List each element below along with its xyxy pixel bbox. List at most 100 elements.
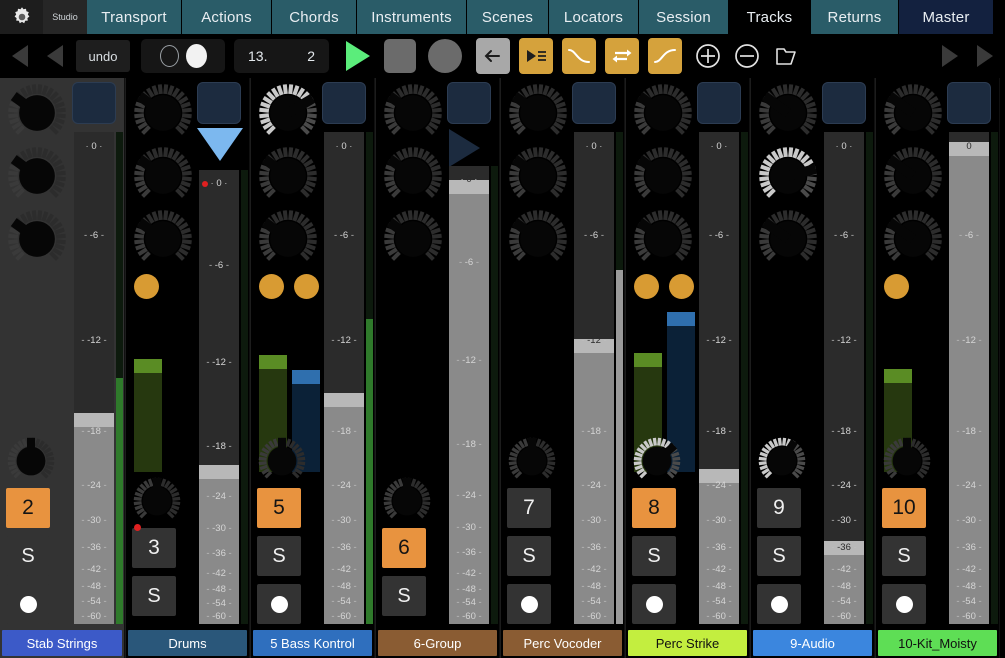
tab-session[interactable]: Session (639, 0, 729, 34)
mixer-strip[interactable]: 8 S · 0 · - -6 -- -12 -- -18 -- -24 -- -30 … (625, 78, 750, 658)
arm-record-button[interactable] (632, 584, 676, 624)
fader-handle[interactable] (324, 393, 364, 408)
send-knob-1[interactable] (632, 82, 694, 144)
track-name-plate[interactable]: Drums (128, 630, 247, 656)
send-knob-3[interactable] (507, 208, 569, 270)
mixer-strip[interactable]: 2 S · 0 · - -6 -- -12 -- -18 -- -24 -- -30 … (0, 78, 125, 658)
tab-locators[interactable]: Locators (549, 0, 639, 34)
track-number-button[interactable]: 8 (632, 488, 676, 528)
volume-fader[interactable]: · 0 · - -6 -- -12 -- -18 -- -24 -- -30 --… (199, 170, 239, 624)
record-button[interactable] (428, 39, 462, 73)
track-number-button[interactable]: 2 (6, 488, 50, 528)
output-routing-button[interactable] (572, 82, 616, 124)
volume-fader[interactable]: · 0 · - -6 -- -12 -- -18 -- -24 -- -30 --… (449, 166, 489, 624)
output-routing-button[interactable] (447, 82, 491, 124)
mixer-strip[interactable]: 6 S · 0 · - -6 -- -12 -- -18 -- -24 -- -30 … (375, 78, 500, 658)
mixer-strip[interactable]: 9 S · 0 · - -6 -- -12 -- -18 -- -24 -- -30 … (750, 78, 875, 658)
arm-record-button[interactable] (257, 584, 301, 624)
monitor-triangle-right-icon[interactable] (449, 129, 480, 167)
add-track-button[interactable] (691, 38, 725, 74)
track-number-button[interactable]: 6 (382, 528, 426, 568)
fade-out-button[interactable] (562, 38, 596, 74)
send-knob-3[interactable] (382, 208, 444, 270)
track-name-plate[interactable]: 10-Kit_Moisty (878, 630, 997, 656)
send-knob-3[interactable] (757, 208, 819, 270)
back-arrow-button[interactable] (476, 38, 510, 74)
loop-button[interactable] (605, 38, 639, 74)
arm-record-button[interactable] (507, 584, 551, 624)
send-knob-3[interactable] (6, 208, 68, 270)
track-number-button[interactable]: 7 (507, 488, 551, 528)
send-active-dot[interactable] (669, 274, 694, 299)
send-knob-2[interactable] (132, 145, 194, 207)
skip-forward-icon[interactable] (969, 41, 999, 71)
volume-fader[interactable]: · 0 · - -6 -- -12 -- -18 -- -24 -- -30 --… (949, 132, 989, 624)
tab-tracks[interactable]: Tracks (729, 0, 811, 34)
position-display[interactable]: 13. 2 (234, 39, 329, 73)
solo-button[interactable]: S (6, 536, 50, 576)
output-routing-button[interactable] (947, 82, 991, 124)
arm-record-button[interactable] (6, 584, 50, 624)
fade-in-button[interactable] (648, 38, 682, 74)
play-button[interactable] (346, 41, 370, 71)
output-routing-button[interactable] (822, 82, 866, 124)
loop-record-toggle[interactable] (141, 39, 225, 73)
track-name-plate[interactable]: Perc Strike (628, 630, 747, 656)
pan-knob[interactable] (257, 436, 309, 484)
pan-knob[interactable] (132, 476, 184, 524)
stop-button[interactable] (384, 39, 416, 73)
monitor-triangle-down-icon[interactable] (197, 128, 243, 161)
send-knob-1[interactable] (257, 82, 319, 144)
send-knob-2[interactable] (257, 145, 319, 207)
send-knob-1[interactable] (882, 82, 944, 144)
volume-fader[interactable]: · 0 · - -6 -- -12 -- -18 -- -24 -- -30 --… (824, 132, 864, 624)
tab-master[interactable]: Master (899, 0, 994, 34)
mixer-strip[interactable]: 10 S · 0 · - -6 - - -12 - - -18 - - -24 - - -30… (875, 78, 1000, 658)
tab-instruments[interactable]: Instruments (357, 0, 467, 34)
arm-record-button[interactable] (882, 584, 926, 624)
circle-solid-icon[interactable] (185, 44, 207, 68)
mixer-strip[interactable]: 3 S · 0 · - -6 -- -12 -- -18 -- -24 -- -30 … (125, 78, 250, 658)
mixer-strip[interactable]: 5 S · 0 · - -6 -- -12 -- -18 -- -24 -- -30 … (250, 78, 375, 658)
send-knob-3[interactable] (882, 208, 944, 270)
send-active-dot[interactable] (134, 274, 159, 299)
track-number-button[interactable]: 9 (757, 488, 801, 528)
send-knob-1[interactable] (757, 82, 819, 144)
solo-button[interactable]: S (257, 536, 301, 576)
tab-actions[interactable]: Actions (182, 0, 272, 34)
send-knob-1[interactable] (507, 82, 569, 144)
pan-knob[interactable] (882, 436, 934, 484)
pan-knob[interactable] (382, 476, 434, 524)
send-knob-1[interactable] (6, 82, 68, 144)
output-routing-button[interactable] (72, 82, 116, 124)
send-knob-1[interactable] (382, 82, 444, 144)
tab-returns[interactable]: Returns (811, 0, 899, 34)
track-name-plate[interactable]: Stab Strings (2, 630, 122, 656)
solo-button[interactable]: S (632, 536, 676, 576)
send-active-dot[interactable] (634, 274, 659, 299)
track-number-button[interactable]: 3 (132, 524, 176, 568)
arm-record-button[interactable] (757, 584, 801, 624)
pan-knob[interactable] (507, 436, 559, 484)
send-knob-2[interactable] (757, 145, 819, 207)
send-knob-3[interactable] (257, 208, 319, 270)
send-active-dot[interactable] (884, 274, 909, 299)
pan-knob[interactable] (757, 436, 809, 484)
fader-handle[interactable] (74, 412, 114, 427)
track-name-plate[interactable]: Perc Vocoder (503, 630, 622, 656)
track-name-plate[interactable]: 6-Group (378, 630, 497, 656)
fader-handle[interactable] (199, 464, 239, 479)
send-knob-3[interactable] (132, 208, 194, 270)
solo-button[interactable]: S (132, 576, 176, 616)
pan-knob[interactable] (6, 436, 58, 484)
solo-button[interactable]: S (382, 576, 426, 616)
solo-button[interactable]: S (757, 536, 801, 576)
mixer-strip[interactable]: 7 S · 0 · - -6 -- -12 -- -18 -- -24 -- -30 … (500, 78, 625, 658)
settings-button[interactable] (0, 0, 43, 34)
send-knob-2[interactable] (382, 145, 444, 207)
track-name-plate[interactable]: 9-Audio (753, 630, 872, 656)
send-knob-2[interactable] (507, 145, 569, 207)
output-routing-button[interactable] (697, 82, 741, 124)
remove-track-button[interactable] (730, 38, 764, 74)
output-routing-button[interactable] (322, 82, 366, 124)
